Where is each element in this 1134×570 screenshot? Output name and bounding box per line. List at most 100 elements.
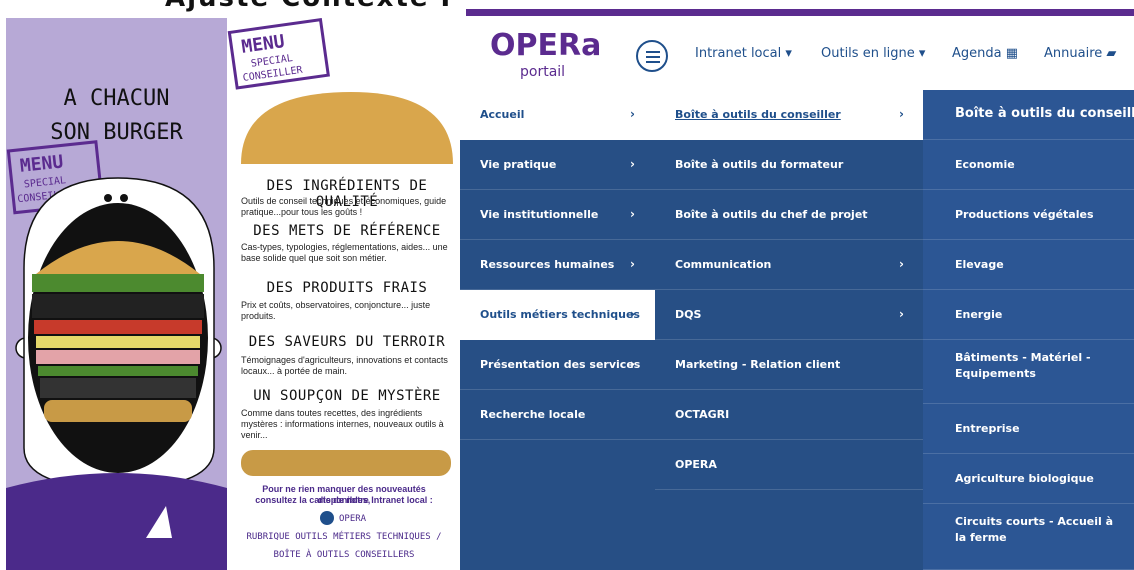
nav-intranet-local[interactable]: Intranet local ▾	[695, 46, 792, 61]
chevron-right-icon: ›	[630, 207, 635, 221]
chevron-right-icon: ›	[630, 307, 635, 321]
menu-column-3: Boîte à outils du conseiller Economie Pr…	[923, 90, 1134, 570]
caret-down-icon: ▾	[785, 46, 792, 61]
flyer-bottom-bun	[241, 450, 451, 476]
menu1-presentation-services[interactable]: Présentation des services ›	[460, 340, 655, 390]
nav-outils-label: Outils en ligne	[821, 46, 915, 61]
shirt	[6, 473, 227, 570]
menu3-circuits-label: Circuits courts - Accueil à la ferme	[955, 515, 1114, 544]
flyer-text-5: Comme dans toutes recettes, des ingrédie…	[241, 408, 444, 440]
menu1-ressources-humaines[interactable]: Ressources humaines ›	[460, 240, 655, 290]
menu3-batiments[interactable]: Bâtiments - Matériel - Equipements	[923, 340, 1134, 404]
menu1-accueil-label: Accueil	[480, 108, 525, 121]
calendar-icon: ▦	[1005, 46, 1019, 61]
menu2-chef-projet-label: Boîte à outils du chef de projet	[675, 208, 868, 221]
flyer-heading-3: DES PRODUITS FRAIS	[266, 280, 428, 296]
menu2-opera-label: OPERA	[675, 458, 717, 471]
flyer-top-bun	[241, 92, 453, 164]
menu2-boite-conseiller[interactable]: Boîte à outils du conseiller ›	[655, 90, 923, 140]
flyer-heading-4: DES SAVEURS DU TERROIR	[248, 334, 446, 350]
menu2-marketing-label: Marketing - Relation client	[675, 358, 841, 371]
chevron-right-icon: ›	[630, 157, 635, 171]
menu2-dqs-label: DQS	[675, 308, 702, 321]
flyer-text-1: Outils de conseil techniques et économiq…	[241, 196, 447, 217]
menu1-presentation-label: Présentation des services	[480, 358, 641, 371]
right-eye	[120, 194, 128, 202]
burger-cheese	[36, 336, 200, 348]
menu3-heading-label: Boîte à outils du conseiller	[955, 106, 1134, 121]
menu3-agriculture-biologique[interactable]: Agriculture biologique	[923, 454, 1134, 504]
flyer-menu: MENU SPECIAL CONSEILLER DES INGRÉDIENTS …	[227, 18, 460, 570]
menu1-vie-institutionnelle-label: Vie institutionnelle	[480, 208, 599, 221]
menu-column-2: Boîte à outils du conseiller › Boîte à ou…	[655, 90, 923, 570]
menu-column-1: Accueil › Vie pratique › Vie institutionne…	[460, 90, 655, 570]
flyer-heading-2: DES METS DE RÉFÉRENCE	[253, 223, 441, 239]
menu1-recherche-locale[interactable]: Recherche locale	[460, 390, 655, 440]
chevron-right-icon: ›	[630, 357, 635, 371]
menu3-energie-label: Energie	[955, 308, 1003, 321]
flyer-opera-label: OPERA	[339, 514, 367, 524]
menu2-formateur-label: Boîte à outils du formateur	[675, 158, 844, 171]
menu1-outils-label: Outils métiers techniques	[480, 308, 640, 321]
burger-tomato	[34, 320, 202, 334]
portal-header: OPERa portail Intranet local ▾ Outils en…	[460, 16, 1134, 90]
opera-badge	[320, 511, 334, 525]
menu3-entreprise-label: Entreprise	[955, 422, 1020, 435]
burger-patty-2	[40, 378, 196, 398]
opera-logo[interactable]: OPERa	[490, 28, 601, 63]
menu2-opera[interactable]: OPERA	[655, 440, 923, 490]
left-eye	[104, 194, 112, 202]
menu3-productions-label: Productions végétales	[955, 208, 1094, 221]
menu2-boite-conseiller-label: Boîte à outils du conseiller	[675, 108, 841, 121]
menu1-vie-pratique[interactable]: Vie pratique ›	[460, 140, 655, 190]
menu1-vie-pratique-label: Vie pratique	[480, 158, 557, 171]
menu1-rh-label: Ressources humaines	[480, 258, 615, 271]
nav-annuaire-label: Annuaire	[1044, 46, 1103, 61]
flyer-rubrique-line2: BOÎTE À OUTILS CONSEILLERS	[273, 550, 415, 560]
flyer-text-4: Témoignages d'agriculteurs, innovations …	[241, 355, 448, 376]
book-icon: ▰	[1106, 46, 1117, 61]
flyer-menu-stamp: MENU SPECIAL CONSEILLER	[227, 18, 330, 90]
burger-patty	[32, 294, 204, 318]
nav-outils-en-ligne[interactable]: Outils en ligne ▾	[821, 46, 925, 61]
menu3-energie[interactable]: Energie	[923, 290, 1134, 340]
nav-annuaire[interactable]: Annuaire ▰	[1044, 46, 1116, 61]
top-accent-bar	[460, 0, 1134, 16]
menu1-recherche-label: Recherche locale	[480, 408, 586, 421]
flyer-cta-line2: consultez la carte de notre Intranet loc…	[255, 495, 433, 505]
nav-agenda[interactable]: Agenda ▦	[952, 46, 1018, 61]
chevron-right-icon: ›	[630, 257, 635, 271]
menu3-heading[interactable]: Boîte à outils du conseiller	[923, 90, 1134, 140]
menu2-boite-formateur[interactable]: Boîte à outils du formateur	[655, 140, 923, 190]
menu1-vie-institutionnelle[interactable]: Vie institutionnelle ›	[460, 190, 655, 240]
nav-intranet-local-label: Intranet local	[695, 46, 782, 61]
menu3-batiments-label: Bâtiments - Matériel - Equipements	[955, 351, 1091, 380]
svg-text:MENU: MENU	[19, 151, 64, 176]
menu3-elevage[interactable]: Elevage	[923, 240, 1134, 290]
menu3-economie[interactable]: Economie	[923, 140, 1134, 190]
hamburger-menu-button[interactable]	[636, 40, 668, 72]
menu2-boite-chef-projet[interactable]: Boîte à outils du chef de projet	[655, 190, 923, 240]
flyer-heading-5: UN SOUPÇON DE MYSTÈRE	[253, 388, 441, 404]
menu2-octagri[interactable]: OCTAGRI	[655, 390, 923, 440]
caret-down-icon: ▾	[918, 46, 926, 61]
opera-portal: OPERa portail Intranet local ▾ Outils en…	[460, 0, 1134, 570]
menu2-marketing[interactable]: Marketing - Relation client	[655, 340, 923, 390]
menu3-productions-vegetales[interactable]: Productions végétales	[923, 190, 1134, 240]
burger-ham	[36, 350, 200, 364]
flyer-rubrique-line1: RUBRIQUE OUTILS MÉTIERS TECHNIQUES /	[246, 532, 442, 542]
menu1-accueil[interactable]: Accueil ›	[460, 90, 655, 140]
flyer-text-3: Prix et coûts, observatoires, conjonctur…	[241, 300, 431, 321]
burger-character-illustration: MENU SPECIAL CONSEILLER	[6, 140, 227, 570]
opera-logo-subtitle: portail	[520, 64, 566, 80]
menu3-circuits-courts[interactable]: Circuits courts - Accueil à la ferme	[923, 504, 1134, 570]
menu2-dqs[interactable]: DQS ›	[655, 290, 923, 340]
menu2-communication-label: Communication	[675, 258, 772, 271]
menu1-outils-metiers[interactable]: Outils métiers techniques ›	[460, 290, 655, 340]
menu3-entreprise[interactable]: Entreprise	[923, 404, 1134, 454]
menu2-communication[interactable]: Communication ›	[655, 240, 923, 290]
chevron-right-icon: ›	[899, 107, 904, 121]
burger-lettuce-2	[38, 366, 198, 376]
menu3-economie-label: Economie	[955, 158, 1015, 171]
svg-text:SPECIAL: SPECIAL	[23, 175, 66, 190]
